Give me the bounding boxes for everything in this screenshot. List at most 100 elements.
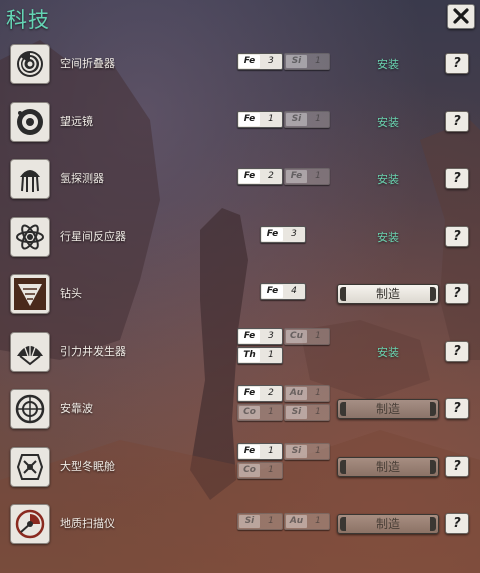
resource-chip: Th 1 xyxy=(237,346,283,364)
resource-chip: Fe 3 xyxy=(237,327,283,345)
resource-symbol: Si xyxy=(286,55,307,68)
tech-icon-box[interactable] xyxy=(10,331,50,372)
resource-symbol: Fe xyxy=(239,170,260,183)
resource-symbol: Si xyxy=(286,406,307,419)
craft-button-label: 制造 xyxy=(375,517,400,531)
resource-count: 1 xyxy=(268,445,274,456)
help-button[interactable]: ? xyxy=(445,283,469,304)
resource-count: 1 xyxy=(315,56,321,66)
panel-title: 科技 xyxy=(6,8,50,32)
resource-count: 1 xyxy=(315,330,321,341)
install-button[interactable]: 安装 xyxy=(340,56,436,72)
tech-name: 引力井发生器 xyxy=(60,344,126,358)
resource-symbol: Fe xyxy=(239,444,260,458)
resource-chip: Au 1 xyxy=(284,385,330,402)
resource-count: 4 xyxy=(291,286,297,296)
resource-chip: Fe 1 xyxy=(237,110,283,128)
tech-name: 地质扫描仪 xyxy=(60,517,115,530)
tech-icon-box[interactable] xyxy=(10,159,50,199)
tech-name: 望远镜 xyxy=(60,114,93,128)
resource-count: 1 xyxy=(268,516,274,526)
close-x-icon xyxy=(453,8,469,24)
resource-symbol: Au xyxy=(286,387,307,400)
tech-row: 地质扫描仪 Si 1 Au 1 制造? xyxy=(0,496,480,553)
resource-count: 1 xyxy=(315,445,321,456)
tech-icon-box[interactable] xyxy=(10,446,50,487)
help-button[interactable]: ? xyxy=(445,225,469,247)
resource-symbol: Fe xyxy=(239,329,260,343)
resource-symbol: Cu xyxy=(286,329,307,343)
tech-row: 空间折叠器 Fe 3 Si 1 安装? xyxy=(0,36,480,93)
tech-name: 钻头 xyxy=(60,287,82,300)
resource-count: 1 xyxy=(315,516,321,526)
resource-symbol: Fe xyxy=(239,387,260,400)
help-button[interactable]: ? xyxy=(445,513,469,534)
help-button[interactable]: ? xyxy=(445,340,469,362)
tech-icon-box[interactable] xyxy=(10,504,50,544)
resource-count: 1 xyxy=(268,113,274,124)
resource-chip: Fe 2 xyxy=(237,168,283,185)
resource-count: 1 xyxy=(315,407,321,417)
craft-button[interactable]: 制造 xyxy=(337,456,439,477)
craft-button-label: 制造 xyxy=(375,402,400,416)
resource-chip: Fe 1 xyxy=(237,442,283,460)
craft-button[interactable]: 制造 xyxy=(337,284,439,304)
install-button[interactable]: 安装 xyxy=(340,229,436,245)
resource-chip: Fe 4 xyxy=(260,283,306,300)
resource-chip: Fe 3 xyxy=(237,53,283,70)
resource-symbol: Th xyxy=(239,348,260,362)
tech-name: 安靠波 xyxy=(60,402,93,415)
tech-name: 行星间反应器 xyxy=(60,229,126,243)
resource-chip: Fe 1 xyxy=(284,168,330,185)
resource-symbol: Au xyxy=(286,515,307,528)
install-button[interactable]: 安装 xyxy=(340,344,436,360)
help-button[interactable]: ? xyxy=(445,53,469,74)
resource-symbol: Fe xyxy=(239,112,260,126)
geo-scanner-icon xyxy=(15,509,45,539)
resource-chip: Si 1 xyxy=(284,442,330,460)
resource-count: 2 xyxy=(268,171,274,181)
resource-count: 1 xyxy=(315,171,321,181)
help-button[interactable]: ? xyxy=(445,110,469,132)
close-button[interactable] xyxy=(447,4,475,29)
resource-chip: Co 1 xyxy=(237,461,283,479)
craft-button-label: 制造 xyxy=(375,287,400,301)
telescope-lens-icon xyxy=(17,108,43,135)
craft-button[interactable]: 制造 xyxy=(337,399,439,419)
resource-count: 2 xyxy=(268,388,274,398)
resource-symbol: Fe xyxy=(262,285,283,298)
tech-icon-box[interactable] xyxy=(10,274,50,314)
install-button[interactable]: 安装 xyxy=(340,171,436,187)
cryo-pod-icon xyxy=(16,453,44,480)
craft-button[interactable]: 制造 xyxy=(337,514,439,534)
target-ring-icon xyxy=(15,394,45,424)
resource-count: 1 xyxy=(268,407,274,417)
tech-row: 安靠波 Fe 2 Au 1 Co 1 Si 1 制造? xyxy=(0,381,480,438)
tech-row: 望远镜 Fe 1 Si 1 安装? xyxy=(0,94,480,151)
help-button[interactable]: ? xyxy=(445,455,469,477)
resource-symbol: Fe xyxy=(239,55,260,68)
tech-icon-box[interactable] xyxy=(10,216,50,257)
tech-icon-box[interactable] xyxy=(10,389,50,429)
resource-count: 3 xyxy=(268,330,274,341)
tech-icon-box[interactable] xyxy=(10,101,50,142)
resource-symbol: Fe xyxy=(262,227,283,241)
resource-count: 1 xyxy=(268,349,274,360)
resource-symbol: Co xyxy=(239,406,260,419)
resource-symbol: Co xyxy=(239,463,260,477)
atom-icon xyxy=(16,223,44,250)
resource-chip: Co 1 xyxy=(237,404,283,421)
help-button[interactable]: ? xyxy=(445,168,469,189)
drill-icon xyxy=(14,278,46,310)
tech-icon-box[interactable] xyxy=(10,44,50,84)
help-button[interactable]: ? xyxy=(445,398,469,419)
resource-symbol: Si xyxy=(286,444,307,458)
install-button[interactable]: 安装 xyxy=(340,114,436,130)
resource-chip: Cu 1 xyxy=(284,327,330,345)
spiral-vortex-icon xyxy=(17,51,43,77)
tech-name: 大型冬眠舱 xyxy=(60,459,115,473)
tech-row: 钻头 Fe 4 制造? xyxy=(0,266,480,323)
tech-name: 氢探测器 xyxy=(60,172,104,185)
resource-symbol: Si xyxy=(286,112,307,126)
gravity-fan-icon xyxy=(17,341,43,365)
